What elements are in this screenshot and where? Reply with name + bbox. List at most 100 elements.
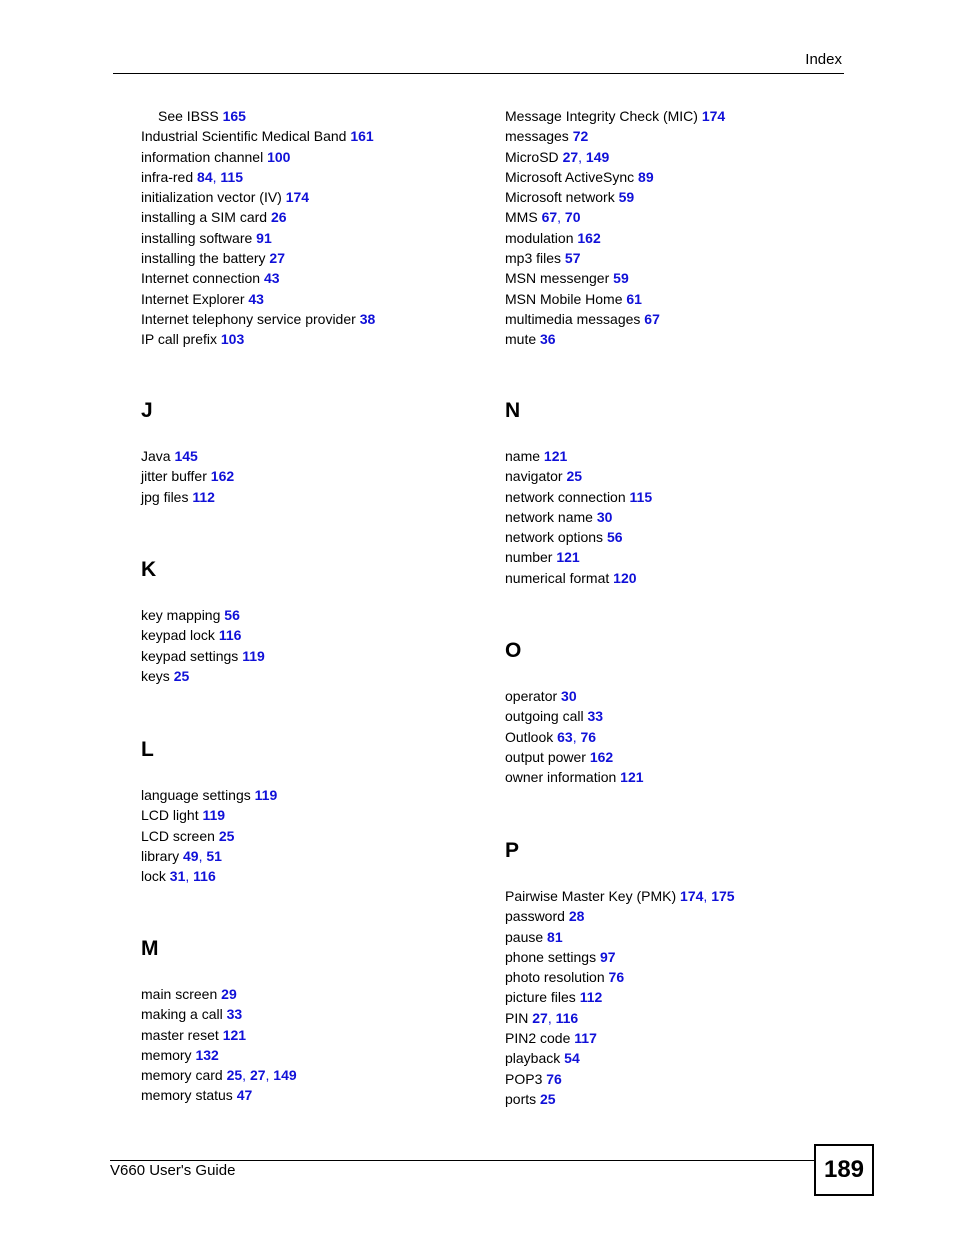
- index-term: memory: [141, 1046, 192, 1063]
- section-letter: J: [141, 399, 153, 422]
- index-term: jitter buffer: [141, 468, 207, 485]
- page-reference-link[interactable]: 76: [581, 729, 597, 745]
- page-reference-link[interactable]: 165: [223, 108, 246, 124]
- index-section-m: M main screen 29 making a call 33 master r…: [141, 938, 297, 1106]
- page-reference-link[interactable]: 117: [574, 1030, 597, 1046]
- page-reference-link[interactable]: 84: [197, 169, 213, 185]
- page-reference-link[interactable]: 174: [680, 888, 703, 904]
- page-reference-link[interactable]: 67: [542, 209, 558, 225]
- index-entry: multimedia messages 67: [505, 309, 845, 329]
- page-reference-link[interactable]: 174: [702, 108, 725, 124]
- index-entry: LCD light 119: [141, 805, 277, 825]
- page-reference-link[interactable]: 115: [220, 169, 243, 185]
- index-entry: Message Integrity Check (MIC) 174: [505, 106, 845, 126]
- page-reference-link[interactable]: 25: [174, 668, 190, 684]
- index-term: keys: [141, 667, 170, 684]
- page-reference-link[interactable]: 70: [565, 209, 581, 225]
- index-entry: making a call 33: [141, 1004, 297, 1024]
- page-reference-link[interactable]: 112: [192, 489, 215, 505]
- page-reference-link[interactable]: 28: [569, 908, 585, 924]
- page-reference-link[interactable]: 30: [561, 688, 577, 704]
- index-term: Message Integrity Check (MIC): [505, 108, 698, 124]
- page-reference-link[interactable]: 57: [565, 250, 581, 266]
- page-reference-link[interactable]: 119: [242, 648, 265, 664]
- page-reference-link[interactable]: 27: [269, 250, 285, 266]
- page-reference-link[interactable]: 59: [613, 270, 629, 286]
- page-reference-link[interactable]: 49: [183, 848, 199, 864]
- page-reference-link[interactable]: 112: [580, 989, 603, 1005]
- page-reference-link[interactable]: 29: [221, 986, 237, 1002]
- page-reference-link[interactable]: 27: [532, 1010, 548, 1026]
- index-entry: password 28: [505, 906, 735, 926]
- page-reference-link[interactable]: 47: [237, 1087, 253, 1103]
- index-term: PIN: [505, 1009, 529, 1026]
- page-reference-link[interactable]: 175: [711, 888, 734, 904]
- page-reference-link[interactable]: 27: [563, 149, 579, 165]
- page-reference-link[interactable]: 26: [271, 209, 287, 225]
- page-reference-link[interactable]: 31: [170, 868, 186, 884]
- page-reference-link[interactable]: 119: [202, 807, 225, 823]
- page-reference-link[interactable]: 25: [227, 1067, 243, 1083]
- index-entry: MMS 67, 70: [505, 207, 845, 227]
- page-reference-link[interactable]: 89: [638, 169, 654, 185]
- page-reference-link[interactable]: 145: [174, 448, 197, 464]
- page-reference-link[interactable]: 116: [193, 868, 216, 884]
- section-letter: P: [505, 839, 520, 862]
- page-reference-link[interactable]: 33: [588, 708, 604, 724]
- page-reference-link[interactable]: 121: [223, 1027, 246, 1043]
- page-reference-link[interactable]: 162: [577, 230, 600, 246]
- page-reference-link[interactable]: 54: [564, 1050, 580, 1066]
- page-reference-link[interactable]: 43: [248, 291, 264, 307]
- page-reference-link[interactable]: 162: [211, 468, 234, 484]
- index-term: ports: [505, 1090, 537, 1107]
- page-reference-link[interactable]: 132: [195, 1047, 218, 1063]
- index-term: outgoing call: [505, 708, 584, 725]
- index-entry: name 121: [505, 446, 652, 466]
- page-reference-link[interactable]: 25: [219, 828, 235, 844]
- page-reference-link[interactable]: 116: [556, 1010, 579, 1026]
- index-entry: POP3 76: [505, 1069, 735, 1089]
- page-reference-link[interactable]: 56: [607, 529, 623, 545]
- page-reference-link[interactable]: 59: [619, 189, 635, 205]
- index-entry: jitter buffer 162: [141, 466, 234, 486]
- page-reference-link[interactable]: 56: [224, 607, 240, 623]
- page-reference-link[interactable]: 25: [540, 1091, 556, 1107]
- page-reference-link[interactable]: 25: [566, 468, 582, 484]
- index-entry: operator 30: [505, 686, 644, 706]
- page-reference-link[interactable]: 149: [273, 1067, 296, 1083]
- page-reference-link[interactable]: 43: [264, 270, 280, 286]
- page-reference-link[interactable]: 174: [286, 189, 309, 205]
- page-reference-link[interactable]: 119: [255, 787, 278, 803]
- page-reference-link[interactable]: 30: [597, 509, 613, 525]
- page-reference-link[interactable]: 121: [556, 549, 579, 565]
- page-reference-link[interactable]: 38: [360, 311, 376, 327]
- page-reference-link[interactable]: 61: [626, 291, 642, 307]
- page-reference-link[interactable]: 161: [350, 128, 373, 144]
- page-reference-link[interactable]: 33: [227, 1006, 243, 1022]
- index-term: LCD light: [141, 807, 199, 824]
- page-reference-link[interactable]: 36: [540, 331, 556, 347]
- page-reference-link[interactable]: 103: [221, 331, 244, 347]
- page-reference-link[interactable]: 76: [546, 1071, 562, 1087]
- page-reference-link[interactable]: 116: [219, 627, 242, 643]
- page-reference-link[interactable]: 72: [573, 128, 589, 144]
- index-term: language settings: [141, 787, 251, 803]
- page-reference-link[interactable]: 97: [600, 949, 616, 965]
- index-term: Microsoft network: [505, 189, 615, 206]
- page-reference-link[interactable]: 67: [644, 311, 660, 327]
- page-reference-link[interactable]: 81: [547, 929, 563, 945]
- page-reference-link[interactable]: 100: [267, 149, 290, 165]
- index-entry: photo resolution 76: [505, 967, 735, 987]
- page-reference-link[interactable]: 91: [256, 230, 272, 246]
- page-reference-link[interactable]: 115: [630, 489, 653, 505]
- page-reference-link[interactable]: 27: [250, 1067, 266, 1083]
- page-reference-link[interactable]: 51: [206, 848, 222, 864]
- page-separator: ,: [185, 868, 194, 885]
- page-reference-link[interactable]: 149: [586, 149, 609, 165]
- page-reference-link[interactable]: 162: [590, 749, 613, 765]
- page-reference-link[interactable]: 121: [544, 448, 567, 464]
- page-reference-link[interactable]: 121: [620, 769, 643, 785]
- page-reference-link[interactable]: 63: [557, 729, 573, 745]
- page-reference-link[interactable]: 76: [609, 969, 625, 985]
- page-reference-link[interactable]: 120: [613, 570, 636, 586]
